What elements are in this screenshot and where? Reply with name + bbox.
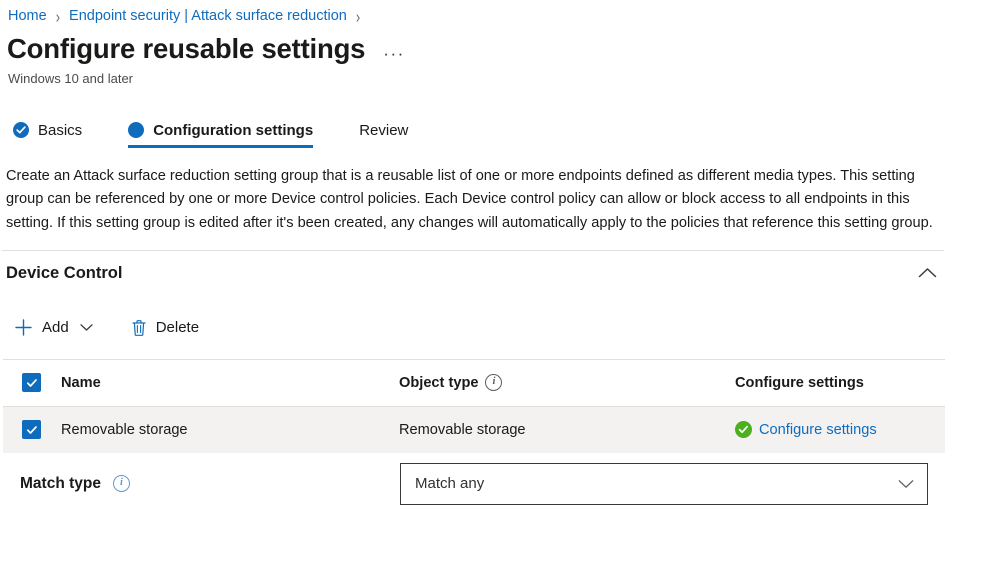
delete-button-label: Delete <box>155 319 200 337</box>
endpoints-table: Name Object type i Configure settings Re… <box>3 358 945 453</box>
tab-basics-label: Basics <box>38 121 83 139</box>
section-header-device-control[interactable]: Device Control <box>3 251 945 283</box>
match-type-dropdown-value: Match any <box>415 475 485 493</box>
plus-icon <box>14 318 33 337</box>
delete-button[interactable]: Delete <box>127 315 211 341</box>
status-valid-icon <box>735 421 752 439</box>
match-type-dropdown[interactable]: Match any <box>400 462 928 505</box>
row-cell-object-type: Removable storage <box>399 422 735 438</box>
column-header-name[interactable]: Name <box>61 375 399 391</box>
check-circle-icon <box>13 122 29 139</box>
column-header-configure-settings[interactable]: Configure settings <box>735 375 945 391</box>
tab-basics[interactable]: Basics <box>13 122 128 148</box>
column-header-object-type[interactable]: Object type i <box>399 374 735 392</box>
tab-configuration-settings[interactable]: Configuration settings <box>128 122 359 148</box>
wizard-tabs: Basics Configuration settings Review <box>0 86 1008 148</box>
select-all-cell <box>3 373 61 393</box>
select-all-checkbox[interactable] <box>22 373 41 393</box>
breadcrumb-item-home[interactable]: Home <box>8 8 47 24</box>
page-header: Configure reusable settings ··· <box>0 28 1008 65</box>
match-type-row: Match type i Match any <box>3 453 945 515</box>
match-type-label-group: Match type i <box>3 475 400 493</box>
trash-icon <box>131 319 147 337</box>
row-cell-configure-settings: Configure settings <box>735 421 945 439</box>
add-button[interactable]: Add <box>10 314 105 341</box>
breadcrumb-item-endpoint-security[interactable]: Endpoint security | Attack surface reduc… <box>69 8 347 24</box>
section-title: Device Control <box>6 263 123 282</box>
tab-review-label: Review <box>359 121 409 139</box>
info-icon[interactable]: i <box>485 374 503 392</box>
breadcrumb: Home › Endpoint security | Attack surfac… <box>0 0 1008 28</box>
tab-active-indicator <box>128 145 314 148</box>
row-cell-object-type-label: Removable storage <box>399 421 526 438</box>
page-subtitle: Windows 10 and later <box>8 70 134 86</box>
row-checkbox[interactable] <box>22 420 41 440</box>
page-title: Configure reusable settings <box>7 33 366 64</box>
add-button-label: Add <box>42 319 69 337</box>
breadcrumb-separator-icon: › <box>355 5 361 27</box>
tab-review[interactable]: Review <box>359 122 430 148</box>
more-options-button[interactable]: ··· <box>383 34 404 64</box>
table-header-row: Name Object type i Configure settings <box>3 360 945 407</box>
table-row[interactable]: Removable storage Removable storage Conf… <box>3 406 945 453</box>
chevron-down-icon[interactable] <box>80 323 93 332</box>
chevron-up-icon[interactable] <box>918 267 945 279</box>
command-bar: Add Delete <box>0 283 1008 346</box>
tab-configuration-settings-label: Configuration settings <box>153 121 314 139</box>
row-cell-name: Removable storage <box>61 421 188 438</box>
breadcrumb-separator-icon: › <box>55 5 61 27</box>
section-description: Create an Attack surface reduction setti… <box>6 167 933 231</box>
configure-settings-link[interactable]: Configure settings <box>759 422 877 438</box>
filled-circle-icon <box>128 122 145 139</box>
match-type-label: Match type <box>20 474 101 492</box>
column-header-object-type-label: Object type <box>399 374 479 391</box>
info-icon[interactable]: i <box>112 475 130 493</box>
row-select-cell <box>3 420 61 440</box>
chevron-down-icon <box>898 479 914 489</box>
